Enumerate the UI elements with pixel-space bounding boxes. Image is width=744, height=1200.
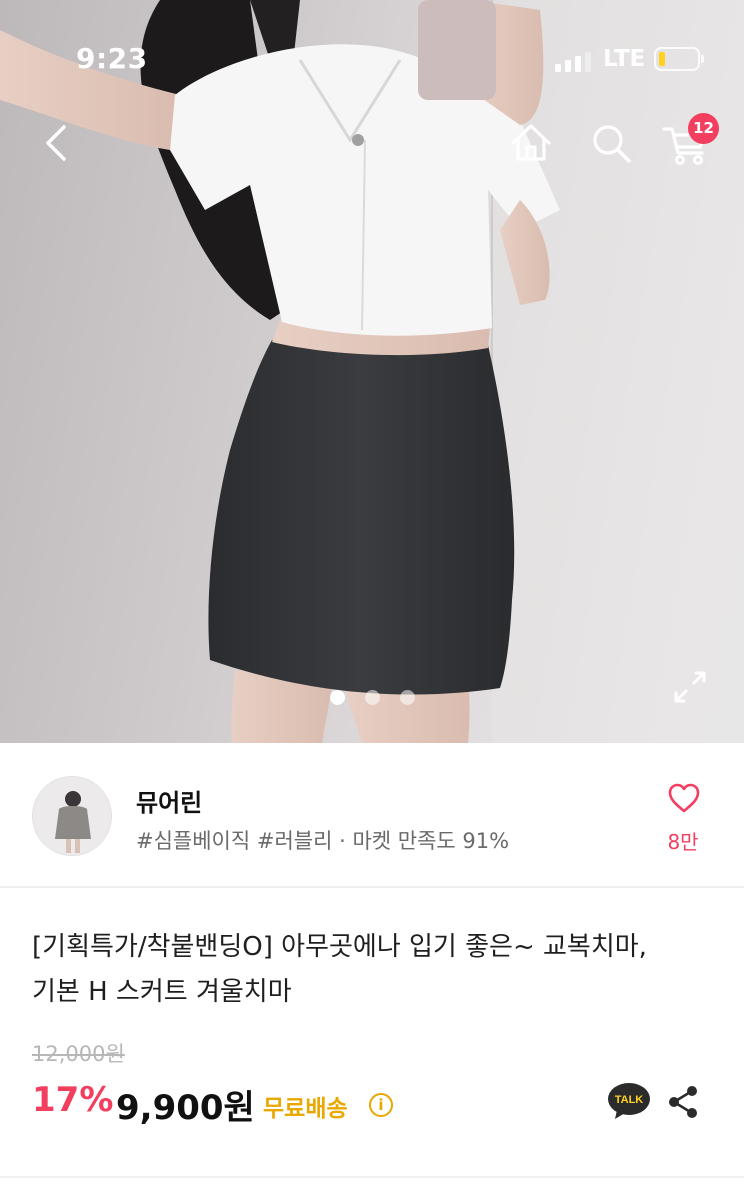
shop-avatar[interactable] [32, 776, 112, 856]
shop-info-row[interactable]: 뮤어린 #심플베이직 #러블리 · 마켓 만족도 91% 8만 [0, 743, 744, 888]
discount-rate: 17% [32, 1080, 114, 1120]
shop-avatar-image [33, 777, 111, 855]
shipping-info-icon[interactable]: i [369, 1093, 393, 1117]
shop-name[interactable]: 뮤어린 [136, 783, 202, 818]
free-shipping-label: 무료배송 [263, 1096, 348, 1122]
cart-count-badge: 12 [688, 113, 719, 144]
product-title: [기획특가/착붙밴딩O] 아무곳에나 입기 좋은~ 교복치마, 기본 H 스커트… [32, 925, 722, 1015]
signal-strength-icon [555, 50, 591, 72]
pager-dot-active[interactable] [330, 690, 345, 705]
pager-dot[interactable] [365, 690, 380, 705]
shop-tags: #심플베이직 #러블리 · 마켓 만족도 91% [136, 829, 510, 853]
back-button[interactable] [32, 117, 84, 169]
sale-price: 9,900원 [116, 1088, 255, 1128]
search-button[interactable] [585, 117, 637, 169]
network-label: LTE [603, 46, 646, 72]
pager-dot[interactable] [400, 690, 415, 705]
section-divider [0, 1176, 744, 1178]
like-count: 8만 [667, 830, 699, 854]
status-time: 9:23 [76, 42, 148, 75]
talk-label: TALK [615, 1094, 644, 1106]
home-button[interactable] [505, 117, 557, 169]
original-price: 12,000원 [32, 1042, 125, 1066]
kakao-talk-button[interactable]: TALK [607, 1081, 651, 1121]
product-photo [0, 0, 744, 743]
heart-outline-icon [668, 783, 700, 813]
like-button[interactable]: 8만 [655, 778, 711, 858]
battery-icon [654, 47, 704, 71]
expand-icon[interactable] [670, 667, 710, 707]
product-image-gallery[interactable]: 9:23 LTE 12 [0, 0, 744, 743]
gallery-pager [328, 690, 418, 706]
product-title-line: [기획특가/착붙밴딩O] 아무곳에나 입기 좋은~ 교복치마, [32, 932, 647, 962]
product-title-line: 기본 H 스커트 겨울치마 [32, 977, 292, 1007]
share-icon[interactable] [665, 1083, 701, 1121]
